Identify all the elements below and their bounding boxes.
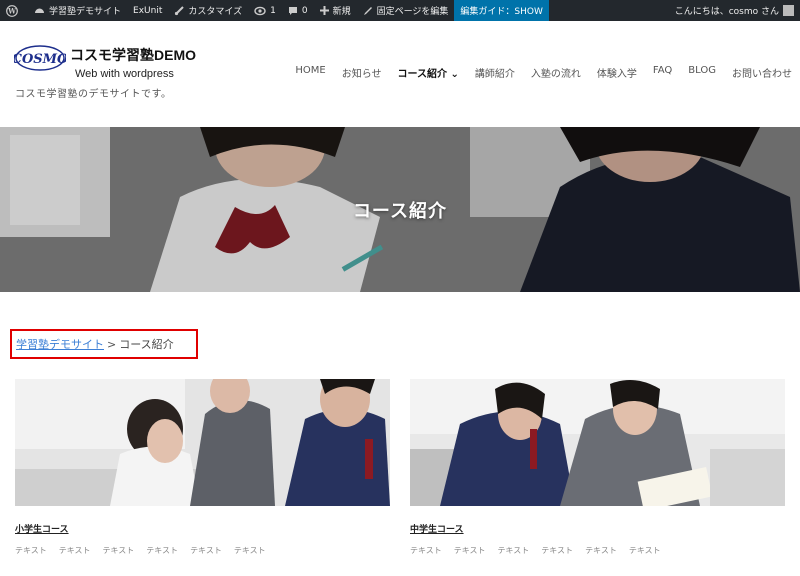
site-logo[interactable]: COSMO xyxy=(12,43,69,77)
dashboard-icon xyxy=(35,8,44,13)
customize-label: カスタマイズ xyxy=(188,7,243,17)
course-tag: テキスト xyxy=(233,546,266,555)
edit-guide-label: 編集ガイド：SHOW xyxy=(460,7,543,17)
breadcrumb: 学習塾デモサイト > コース紹介 xyxy=(10,329,198,359)
course-tag: テキスト xyxy=(102,546,135,555)
site-description: コスモ学習塾のデモサイトです。 xyxy=(15,89,172,100)
course-tag: テキスト xyxy=(15,546,47,555)
breadcrumb-current: コース紹介 xyxy=(119,338,174,351)
course-tag: テキスト xyxy=(190,546,222,555)
avatar xyxy=(783,5,794,16)
global-nav: HOME お知らせ コース紹介 ⌄ 講師紹介 入塾の流れ 体験入学 FAQ BL… xyxy=(287,65,800,80)
breadcrumb-separator: > xyxy=(107,337,117,351)
course-tag: テキスト xyxy=(58,546,91,555)
course-tag: テキスト xyxy=(453,546,486,555)
nav-item-faq[interactable]: FAQ xyxy=(645,65,680,80)
site-title[interactable]: コスモ学習塾DEMO xyxy=(70,45,196,65)
course-title-junior-high[interactable]: 中学生コース xyxy=(410,522,785,535)
nav-item-enrollment-flow[interactable]: 入塾の流れ xyxy=(523,65,589,80)
edit-guide-toggle[interactable]: 編集ガイド：SHOW xyxy=(454,0,549,21)
course-card-junior-high[interactable]: 中学生コース テキスト テキスト テキスト テキスト テキスト テキスト xyxy=(410,379,785,556)
pencil-icon xyxy=(363,6,372,15)
course-tag: テキスト xyxy=(628,546,661,555)
course-card-elementary[interactable]: 小学生コース テキスト テキスト テキスト テキスト テキスト テキスト xyxy=(15,379,390,556)
svg-text:W: W xyxy=(7,6,16,15)
course-image-junior-high[interactable] xyxy=(410,379,785,506)
wordpress-icon: W xyxy=(6,4,18,17)
breadcrumb-home-link[interactable]: 学習塾デモサイト xyxy=(16,336,104,352)
site-subtitle: Web with wordpress xyxy=(75,68,174,80)
course-tag: テキスト xyxy=(497,546,530,555)
page-header-hero: コース紹介 xyxy=(0,127,800,292)
brush-icon xyxy=(175,5,185,15)
exunit-link[interactable]: ExUnit xyxy=(127,0,168,21)
comment-icon xyxy=(288,6,297,15)
updates-icon xyxy=(254,6,266,15)
comments-link[interactable]: 0 xyxy=(282,0,314,21)
greeting-label: こんにちは、cosmo さん xyxy=(674,7,779,17)
nav-item-trial[interactable]: 体験入学 xyxy=(589,65,645,80)
course-tags-elementary: テキスト テキスト テキスト テキスト テキスト テキスト xyxy=(15,545,390,556)
site-header: COSMO コスモ学習塾DEMO Web with wordpress コスモ学… xyxy=(0,21,800,127)
course-tag: テキスト xyxy=(146,546,179,555)
admin-bar: W 学習塾デモサイト ExUnit カスタマイズ 1 0 新規 固定ページを編集… xyxy=(0,0,800,21)
nav-item-courses[interactable]: コース紹介 ⌄ xyxy=(390,65,467,80)
my-account-link[interactable]: こんにちは、cosmo さん xyxy=(669,0,800,21)
nav-item-blog[interactable]: BLOG xyxy=(680,65,724,80)
nav-item-teachers[interactable]: 講師紹介 xyxy=(467,65,523,80)
logo-text: COSMO xyxy=(14,52,66,67)
course-tag: テキスト xyxy=(585,546,617,555)
nav-item-news[interactable]: お知らせ xyxy=(334,65,390,80)
wordpress-logo-button[interactable]: W xyxy=(0,0,28,21)
updates-count: 1 xyxy=(270,5,276,16)
comments-count: 0 xyxy=(301,5,308,16)
updates-link[interactable]: 1 xyxy=(248,0,282,21)
course-tag: テキスト xyxy=(410,546,442,555)
edit-page-link[interactable]: 固定ページを編集 xyxy=(357,0,455,21)
edit-page-label: 固定ページを編集 xyxy=(376,7,449,17)
admin-site-name-link[interactable]: 学習塾デモサイト xyxy=(28,0,127,21)
page-title: コース紹介 xyxy=(352,201,448,222)
nav-item-contact[interactable]: お問い合わせ xyxy=(724,65,800,80)
plus-icon xyxy=(319,6,329,15)
course-tags-junior-high: テキスト テキスト テキスト テキスト テキスト テキスト xyxy=(410,545,785,556)
customize-link[interactable]: カスタマイズ xyxy=(168,0,248,21)
new-content-label: 新規 xyxy=(332,7,351,17)
new-content-link[interactable]: 新規 xyxy=(314,0,357,21)
course-image-elementary[interactable] xyxy=(15,379,390,506)
course-title-elementary[interactable]: 小学生コース xyxy=(15,522,390,535)
course-tag: テキスト xyxy=(541,546,574,555)
admin-site-name-label: 学習塾デモサイト xyxy=(49,7,122,17)
nav-item-home[interactable]: HOME xyxy=(287,65,333,80)
exunit-label: ExUnit xyxy=(133,5,163,16)
